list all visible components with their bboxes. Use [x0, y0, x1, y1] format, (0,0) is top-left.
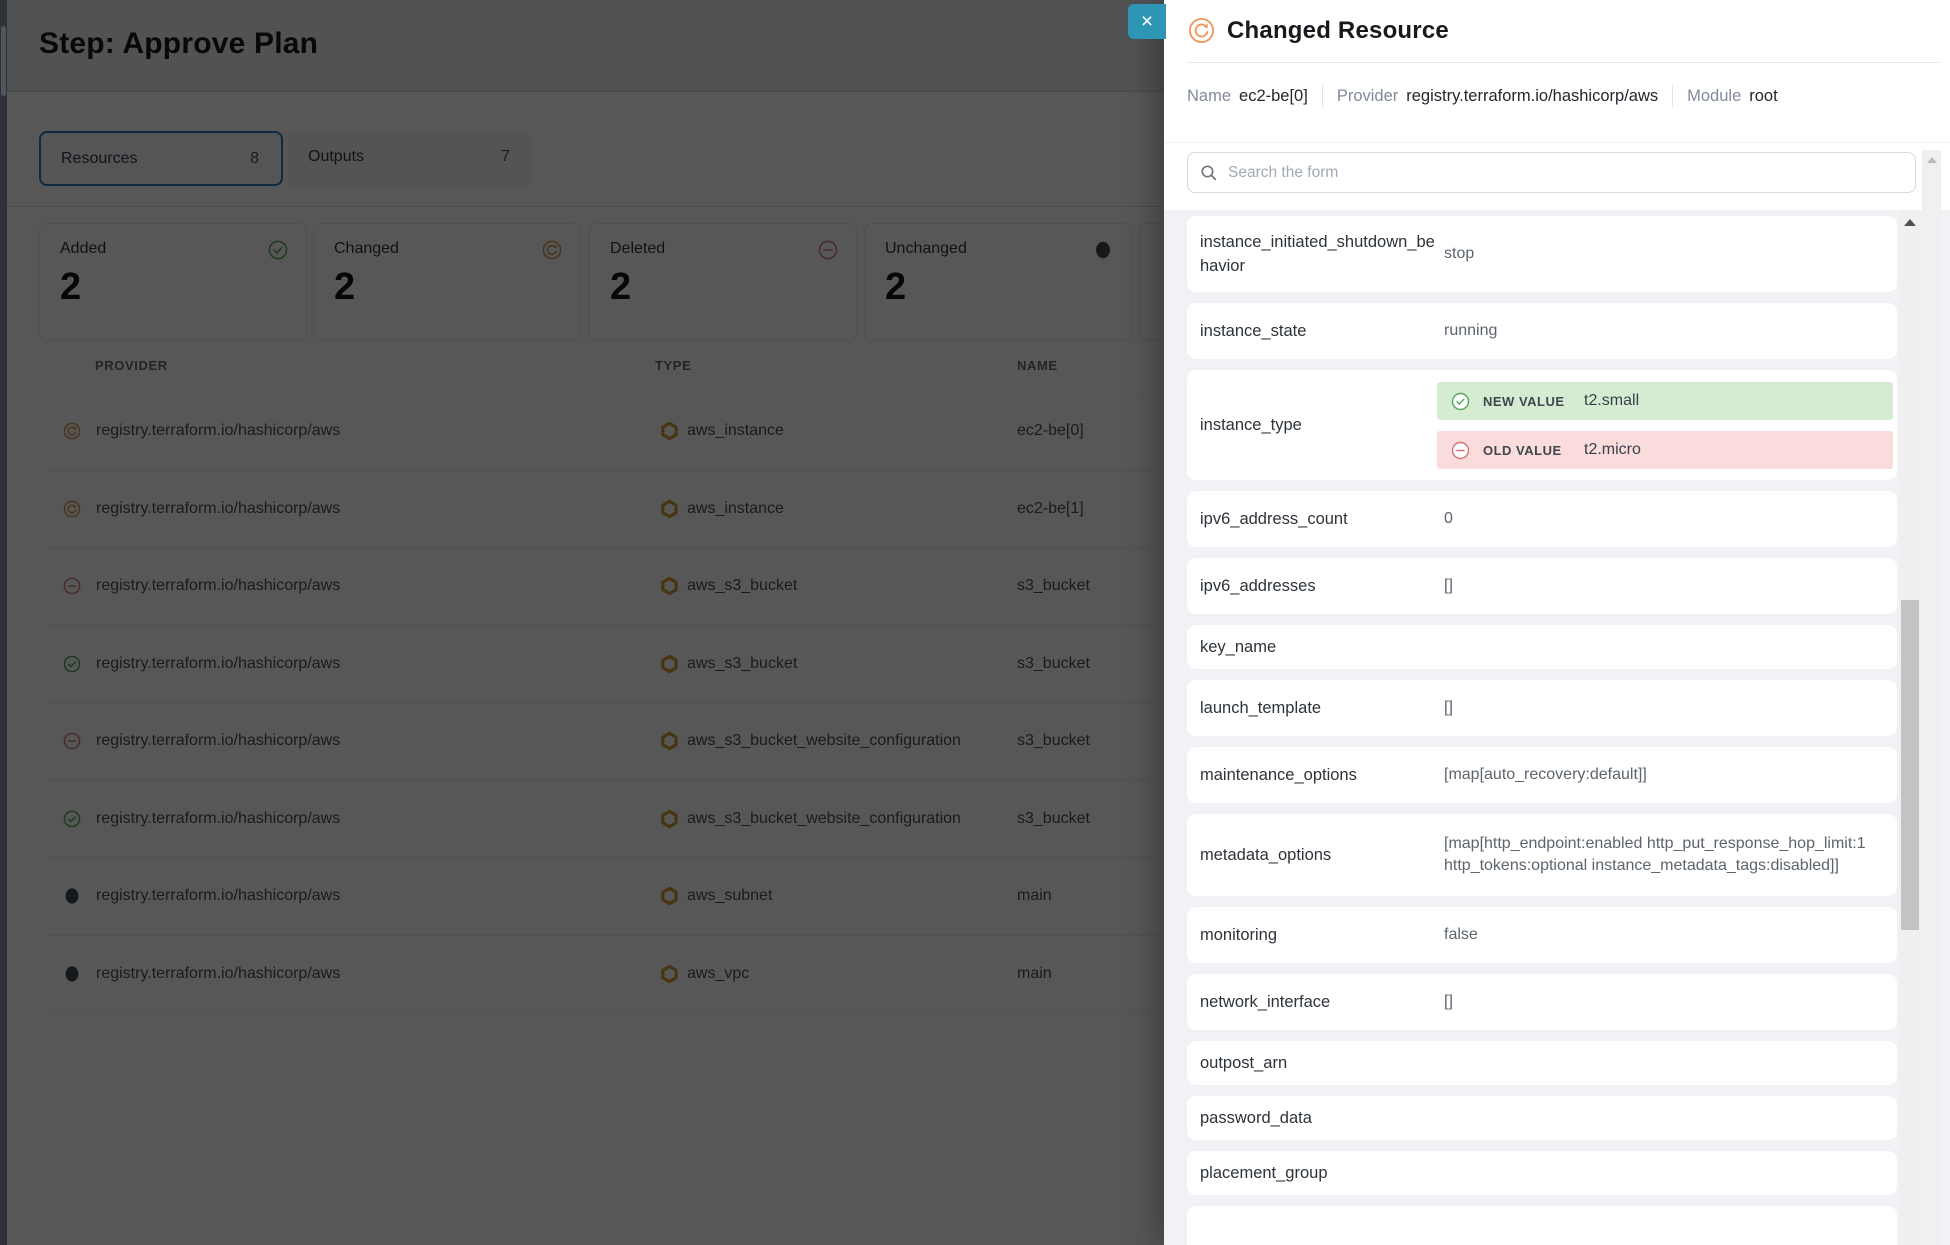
search-input[interactable]	[1226, 154, 1906, 191]
window-left-scrollbar	[0, 0, 7, 1245]
old-value-chip: OLD VALUE t2.micro	[1437, 431, 1893, 469]
meta-module-label: Module	[1687, 87, 1741, 106]
close-icon: ×	[1141, 10, 1153, 33]
attribute-key: instance_initiated_shutdown_behavior	[1200, 230, 1437, 278]
attribute-list-scrollbar[interactable]	[1899, 210, 1921, 1245]
attribute-row: monitoring false	[1187, 907, 1897, 963]
search-icon	[1200, 164, 1218, 182]
attribute-key: instance_state	[1200, 319, 1437, 343]
new-value-label: NEW VALUE	[1483, 394, 1576, 409]
attribute-row: placement_group	[1187, 1151, 1897, 1195]
attribute-value: []	[1444, 991, 1881, 1013]
meta-provider-label: Provider	[1337, 87, 1398, 106]
old-value: t2.micro	[1584, 441, 1641, 459]
attribute-value: running	[1444, 320, 1881, 342]
attribute-key: monitoring	[1200, 923, 1437, 947]
refresh-circle-icon	[1188, 17, 1215, 44]
attribute-key: ipv6_addresses	[1200, 574, 1437, 598]
attribute-value: []	[1444, 575, 1881, 597]
new-value: t2.small	[1584, 392, 1639, 410]
attribute-key: key_name	[1200, 635, 1437, 659]
window-left-scrollbar-thumb[interactable]	[1, 26, 6, 96]
attribute-row: ipv6_addresses []	[1187, 558, 1897, 614]
attribute-row-partial	[1187, 1206, 1897, 1245]
modal-backdrop[interactable]	[0, 0, 1164, 1245]
resource-meta: Name ec2-be[0] Provider registry.terrafo…	[1187, 84, 1778, 108]
attribute-key: metadata_options	[1200, 843, 1437, 867]
attribute-value: [map[auto_recovery:default]]	[1444, 764, 1881, 786]
attribute-row: instance_initiated_shutdown_behavior sto…	[1187, 216, 1897, 292]
attribute-value: false	[1444, 924, 1881, 946]
attribute-row: password_data	[1187, 1096, 1897, 1140]
divider	[1322, 85, 1323, 107]
attribute-key: maintenance_options	[1200, 763, 1437, 787]
divider	[1164, 142, 1950, 143]
attribute-value: []	[1444, 697, 1881, 719]
attribute-key: network_interface	[1200, 990, 1437, 1014]
attribute-key: outpost_arn	[1200, 1051, 1437, 1075]
attribute-key: password_data	[1200, 1106, 1437, 1130]
attribute-value: [map[http_endpoint:enabled http_put_resp…	[1444, 833, 1881, 877]
scrollbar-thumb[interactable]	[1901, 600, 1919, 930]
new-value-chip: NEW VALUE t2.small	[1437, 382, 1893, 420]
drawer-close-button[interactable]: ×	[1128, 4, 1166, 39]
attribute-row: launch_template []	[1187, 680, 1897, 736]
meta-module-value: root	[1749, 87, 1777, 106]
attribute-row: network_interface []	[1187, 974, 1897, 1030]
scroll-up-icon[interactable]	[1904, 219, 1916, 226]
changed-resource-drawer: Changed Resource Name ec2-be[0] Provider…	[1164, 0, 1950, 1245]
attribute-key: instance_type	[1200, 413, 1437, 437]
search-box	[1187, 152, 1916, 193]
attribute-key: launch_template	[1200, 696, 1437, 720]
minus-circle-icon	[1451, 441, 1470, 460]
attribute-value: 0	[1444, 508, 1881, 530]
meta-provider-value: registry.terraform.io/hashicorp/aws	[1406, 87, 1658, 106]
divider	[1672, 85, 1673, 107]
attribute-row: outpost_arn	[1187, 1041, 1897, 1085]
attribute-key: placement_group	[1200, 1161, 1437, 1185]
attribute-row: metadata_options [map[http_endpoint:enab…	[1187, 814, 1897, 896]
scroll-up-icon[interactable]	[1927, 157, 1937, 163]
old-value-label: OLD VALUE	[1483, 443, 1576, 458]
attribute-row-instance-type: instance_type NEW VALUE t2.small OLD VAL	[1187, 370, 1897, 480]
drawer-title: Changed Resource	[1227, 17, 1449, 45]
drawer-scrollbar[interactable]	[1922, 150, 1941, 1245]
attribute-row: instance_state running	[1187, 303, 1897, 359]
check-circle-icon	[1451, 392, 1470, 411]
attribute-list: instance_initiated_shutdown_behavior sto…	[1164, 210, 1950, 1245]
attribute-row: ipv6_address_count 0	[1187, 491, 1897, 547]
attribute-key: ipv6_address_count	[1200, 507, 1437, 531]
meta-name-value: ec2-be[0]	[1239, 87, 1308, 106]
value-diff: NEW VALUE t2.small OLD VALUE t2.micro	[1437, 382, 1893, 469]
attribute-row: maintenance_options [map[auto_recovery:d…	[1187, 747, 1897, 803]
divider	[1187, 62, 1940, 63]
meta-name-label: Name	[1187, 87, 1231, 106]
attribute-value: stop	[1444, 243, 1881, 265]
attribute-row: key_name	[1187, 625, 1897, 669]
